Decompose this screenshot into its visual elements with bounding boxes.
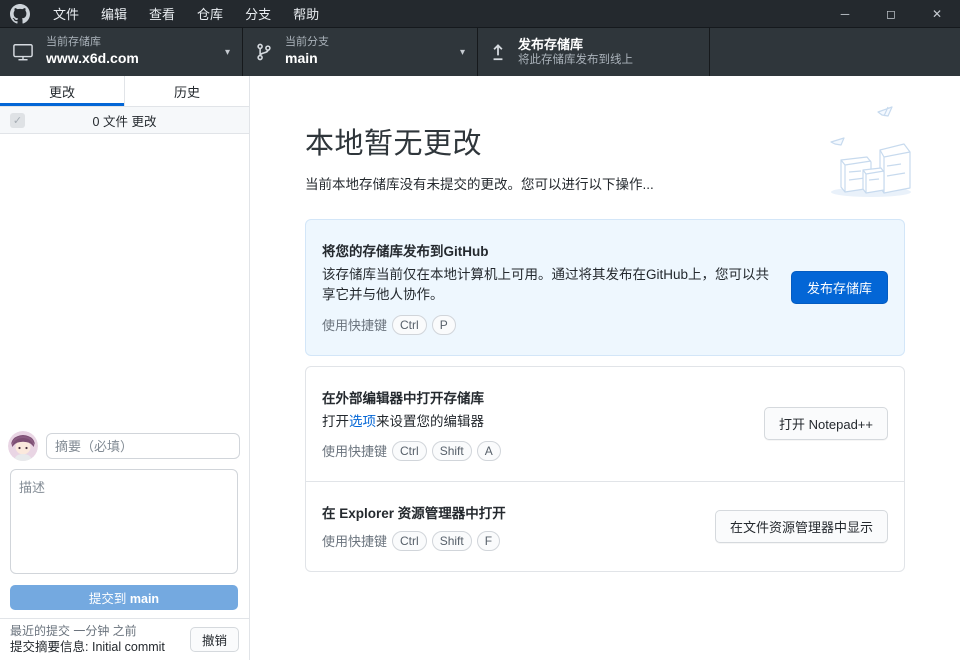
current-repository-selector[interactable]: 当前存储库 www.x6d.com ▾	[0, 28, 243, 76]
tab-changes[interactable]: 更改	[0, 76, 125, 106]
main-content: 本地暂无更改 当前本地存储库没有未提交的更改。您可以进行以下操作... 将您的存…	[250, 76, 960, 660]
commit-button[interactable]: 提交到 main	[10, 585, 238, 610]
github-logo-icon	[10, 4, 30, 24]
publish-repository-button[interactable]: 发布存储库	[791, 271, 888, 304]
publish-card-title: 将您的存储库发布到GitHub	[322, 240, 775, 260]
git-branch-icon	[255, 42, 273, 62]
menu-view[interactable]: 查看	[138, 0, 186, 27]
branch-name: main	[285, 50, 452, 68]
computer-icon	[12, 42, 34, 62]
sidebar-tabs: 更改 历史	[0, 76, 249, 107]
shortcut-label: 使用快捷键	[322, 441, 387, 460]
kbd-f: F	[477, 531, 500, 551]
current-branch-selector[interactable]: 当前分支 main ▾	[243, 28, 478, 76]
repo-name: www.x6d.com	[46, 50, 217, 68]
menu-file[interactable]: 文件	[42, 0, 90, 27]
publish-title: 发布存储库	[518, 37, 697, 53]
commit-branch-name: main	[130, 592, 159, 606]
show-in-explorer-button[interactable]: 在文件资源管理器中显示	[715, 510, 888, 543]
open-editor-button[interactable]: 打开 Notepad++	[764, 407, 888, 440]
menu-repository[interactable]: 仓库	[186, 0, 234, 27]
close-icon[interactable]: ✕	[914, 0, 960, 27]
recent-commit-summary-label: 提交摘要信息:	[10, 640, 88, 654]
open-in-explorer-section: 在 Explorer 资源管理器中打开 使用快捷键 Ctrl Shift F 在…	[306, 481, 904, 571]
kbd-shift: Shift	[432, 441, 472, 461]
shortcut-label: 使用快捷键	[322, 315, 387, 334]
sidebar: 更改 历史 ✓ 0 文件 更改 提交到 main	[0, 76, 250, 660]
publish-repository-toolbar-button[interactable]: 发布存储库 将此存储库发布到线上	[478, 28, 710, 76]
kbd-p: P	[432, 315, 456, 335]
editor-section-title: 在外部编辑器中打开存储库	[322, 387, 748, 407]
open-in-editor-section: 在外部编辑器中打开存储库 打开选项来设置您的编辑器 使用快捷键 Ctrl Shi…	[306, 367, 904, 481]
options-link[interactable]: 选项	[349, 414, 376, 429]
shortcut-label: 使用快捷键	[322, 531, 387, 550]
recent-commit-summary-value: Initial commit	[92, 640, 165, 654]
recent-commit-time: 最近的提交 一分钟 之前	[10, 624, 190, 640]
chevron-down-icon: ▾	[460, 47, 465, 58]
actions-card: 在外部编辑器中打开存储库 打开选项来设置您的编辑器 使用快捷键 Ctrl Shi…	[305, 366, 905, 572]
branch-label: 当前分支	[285, 36, 452, 50]
upload-icon	[490, 42, 506, 62]
menu-branch[interactable]: 分支	[234, 0, 282, 27]
empty-state-illustration	[823, 100, 918, 205]
avatar	[8, 431, 38, 461]
menu-edit[interactable]: 编辑	[90, 0, 138, 27]
explorer-section-title: 在 Explorer 资源管理器中打开	[322, 502, 699, 522]
tab-history[interactable]: 历史	[125, 76, 249, 106]
kbd-ctrl: Ctrl	[392, 531, 427, 551]
repo-label: 当前存储库	[46, 36, 217, 50]
select-all-checkbox[interactable]: ✓	[10, 113, 25, 128]
publish-card-description: 该存储库当前仅在本地计算机上可用。通过将其发布在GitHub上，您可以共享它并与…	[322, 265, 775, 306]
kbd-ctrl: Ctrl	[392, 441, 427, 461]
changed-files-row: ✓ 0 文件 更改	[0, 107, 249, 134]
title-bar: 文件 编辑 查看 仓库 分支 帮助 ─ ◻ ✕	[0, 0, 960, 28]
commit-form: 提交到 main	[0, 431, 249, 610]
kbd-ctrl: Ctrl	[392, 315, 427, 335]
publish-card: 将您的存储库发布到GitHub 该存储库当前仅在本地计算机上可用。通过将其发布在…	[305, 219, 905, 356]
undo-button[interactable]: 撤销	[190, 627, 239, 652]
commit-description-input[interactable]	[10, 469, 238, 574]
toolbar: 当前存储库 www.x6d.com ▾ 当前分支 main ▾ 发布	[0, 28, 960, 76]
minimize-icon[interactable]: ─	[822, 0, 868, 27]
chevron-down-icon: ▾	[225, 47, 230, 58]
maximize-icon[interactable]: ◻	[868, 0, 914, 27]
window-controls: ─ ◻ ✕	[822, 0, 960, 27]
kbd-a: A	[477, 441, 501, 461]
kbd-shift: Shift	[432, 531, 472, 551]
publish-subtitle: 将此存储库发布到线上	[518, 53, 697, 67]
recent-commit-bar: 最近的提交 一分钟 之前 提交摘要信息: Initial commit 撤销	[0, 618, 249, 660]
files-changed-count: 0 文件 更改	[0, 111, 249, 130]
menu-bar: 文件 编辑 查看 仓库 分支 帮助	[42, 0, 330, 27]
menu-help[interactable]: 帮助	[282, 0, 330, 27]
commit-summary-input[interactable]	[46, 433, 240, 459]
